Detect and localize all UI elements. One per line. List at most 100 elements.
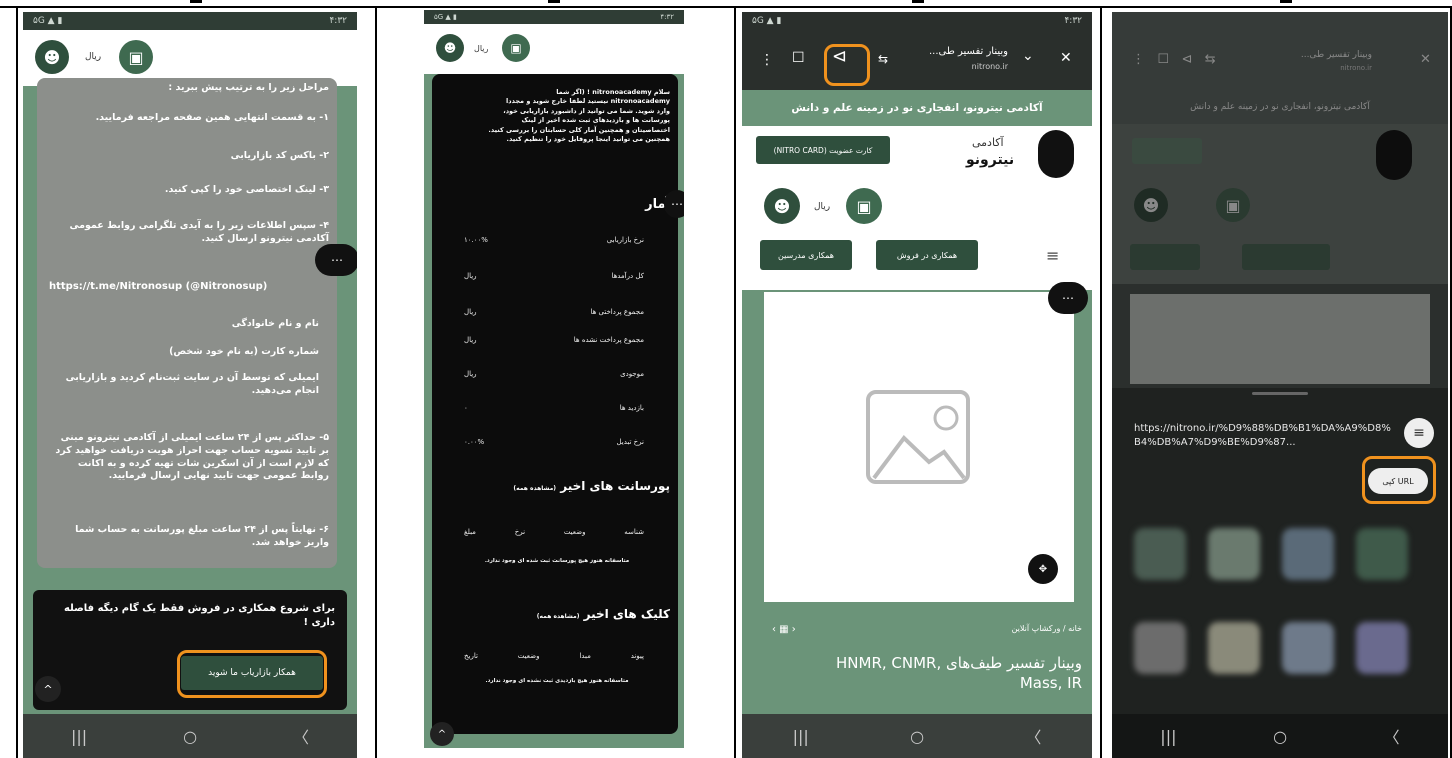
share-url: https://nitrono.ir/%D9%88%DB%B1%DA%A9%D8… — [1134, 423, 1391, 448]
share-target[interactable] — [1282, 622, 1334, 674]
share-target[interactable] — [1208, 528, 1260, 580]
telegram-link[interactable]: https://t.me/Nitronosup (@Nitronosup) — [49, 280, 339, 294]
cart-total: ریال — [814, 202, 831, 212]
stat-value: ریال — [464, 336, 477, 344]
chevron-down-icon[interactable]: ⌄ — [1022, 48, 1034, 64]
stat-label: بازدید ها — [619, 404, 644, 412]
stat-label: نرخ بازاریابی — [606, 236, 644, 244]
home-icon[interactable]: ○ — [910, 727, 924, 746]
top-tick — [1280, 0, 1292, 3]
top-tick — [190, 0, 202, 3]
stat-value: ریال — [464, 370, 477, 378]
share-target[interactable] — [1208, 622, 1260, 674]
share-target[interactable] — [1134, 528, 1186, 580]
screenshot-share-sheet: ⋮ ☐ ⊲ ⇆ وبینار تفسیر طی... nitrono.ir ✕ … — [1112, 12, 1448, 758]
android-nav-bar: ||| ○ 〈 — [1112, 714, 1448, 758]
more-options-icon[interactable]: ⋯ — [664, 190, 684, 218]
scroll-top-icon[interactable]: ^ — [430, 722, 454, 746]
welcome-line: همچنین می توانید اینجا پروفایل خود را تن… — [506, 135, 670, 144]
step-1: ۱- به قسمت انتهایی همین صفحه مراجعه فرما… — [95, 112, 329, 123]
more-options-icon[interactable]: ⋯ — [1048, 282, 1088, 314]
bullet-card: شماره کارت (به نام خود شخص) — [169, 346, 319, 357]
home-icon[interactable]: ○ — [1273, 727, 1287, 746]
screenshot-product-page: ۵G ▲ ▮ ۴:۳۲ ⋮ ☐ ⊲ ⇆ وبینار تفسیر طی... ni… — [742, 12, 1092, 758]
share-target[interactable] — [1356, 622, 1408, 674]
more-options-icon[interactable]: ⋯ — [315, 244, 357, 276]
close-icon: ✕ — [1420, 52, 1431, 67]
home-icon[interactable]: ○ — [183, 727, 197, 746]
welcome-line: وارد شوید. شما می توانید از داشبورد بازا… — [503, 106, 670, 115]
share-target[interactable] — [1282, 528, 1334, 580]
welcome-line: پورسانت ها و بازدیدهای ثبت شده اخیر از ل… — [521, 116, 670, 125]
cart-icon[interactable]: ▣ — [846, 188, 882, 224]
bookmark-icon[interactable]: ☐ — [792, 50, 805, 66]
view-all-link[interactable]: (مشاهده همه) — [537, 613, 580, 620]
top-rule — [0, 6, 1452, 8]
share-target[interactable] — [1134, 622, 1186, 674]
stat-value: ریال — [464, 308, 477, 316]
column-divider — [16, 8, 18, 758]
membership-card-button[interactable]: کارت عضویت (NITRO CARD) — [756, 136, 890, 164]
status-bar: ۵G ▲ ▮ ۴:۳۲ — [742, 12, 1092, 30]
stat-label: موجودی — [620, 370, 644, 378]
welcome-line: nitronoacademy نیستید لطفا خارج شوید و م… — [506, 97, 670, 106]
column-header: وضعیت — [517, 652, 540, 660]
user-account-icon[interactable]: ☻ — [764, 188, 800, 224]
page-title: وبینار تفسیر طی... — [928, 46, 1008, 57]
page-domain: nitrono.ir — [971, 62, 1008, 71]
breadcrumb[interactable]: خانه / ورکشاپ آنلاین — [912, 624, 1082, 633]
logo-title: نیترونو — [966, 152, 1015, 168]
scroll-top-icon[interactable]: ^ — [35, 676, 61, 702]
cart-icon[interactable]: ▣ — [119, 40, 153, 74]
table-header: شناسه وضعیت نرخ مبلغ — [464, 528, 644, 542]
cta-text: برای شروع همکاری در فروش فقط یک گام دیگه… — [63, 603, 335, 628]
user-account-icon[interactable]: ☻ — [35, 40, 69, 74]
stat-label: مجموع پرداخت نشده ها — [573, 336, 644, 344]
back-icon[interactable]: 〈 — [1025, 724, 1041, 748]
recent-apps-icon[interactable]: ||| — [71, 727, 87, 746]
recent-apps-icon[interactable]: ||| — [1160, 727, 1176, 746]
zoom-icon[interactable]: ✥ — [1028, 554, 1058, 584]
sales-collab-button[interactable]: همکاری در فروش — [876, 240, 978, 270]
menu-dots-icon[interactable]: ⋮ — [760, 52, 774, 68]
stat-row: مجموع پرداخت نشده ها ریال — [464, 336, 644, 350]
share-target[interactable] — [1356, 528, 1408, 580]
close-icon[interactable]: ✕ — [1060, 50, 1072, 66]
step-5: ۵- حداکثر پس از ۲۴ ساعت ایمیلی از آکادمی… — [55, 432, 329, 482]
dimmed-image — [1130, 294, 1430, 384]
stat-row: مجموع پرداختی ها ریال — [464, 308, 644, 322]
steps-intro: مراحل زیر را به ترتیب پیش ببرید : — [168, 82, 329, 93]
tabs-icon[interactable]: ⇆ — [878, 52, 888, 66]
view-all-link[interactable]: (مشاهده همه) — [513, 485, 556, 492]
product-title: وبینار تفسیر طیف‌های HNMR, CNMR, Mass, I… — [836, 654, 1082, 692]
cart-icon: ▣ — [1216, 188, 1250, 222]
welcome-line: اختصاصیتان و همچنین آمار کلی حسابتان را … — [488, 125, 670, 134]
back-icon[interactable]: 〈 — [293, 724, 309, 748]
cart-icon[interactable]: ▣ — [502, 34, 530, 62]
stat-label: نرخ تبدیل — [616, 438, 644, 446]
drag-handle[interactable] — [1252, 392, 1308, 395]
list-icon[interactable]: ≡ — [1404, 418, 1434, 448]
hamburger-icon[interactable]: ≡ — [1046, 246, 1059, 265]
user-account-icon[interactable]: ☻ — [436, 34, 464, 62]
stat-value: ریال — [464, 272, 477, 280]
status-icons: ۵G ▲ ▮ — [752, 16, 782, 26]
step-6: ۶- نهایتاً پس از ۲۴ ساعت مبلغ پورسانت به… — [75, 524, 329, 548]
menu-dots-icon: ⋮ ☐ ⊲ ⇆ — [1132, 52, 1216, 67]
table-header: پیوند مبدا وضعیت تاریخ — [464, 652, 644, 666]
top-tick — [912, 0, 924, 3]
column-header: تاریخ — [464, 652, 478, 660]
stat-row: نرخ بازاریابی ۱۰.۰۰% — [464, 236, 644, 250]
logo-icon — [1376, 130, 1412, 180]
user-account-icon: ☻ — [1134, 188, 1168, 222]
column-divider — [1100, 8, 1102, 758]
status-time: ۴:۳۲ — [329, 16, 347, 26]
step-3: ۳- لینک اختصاصی خود را کپی کنید. — [164, 184, 329, 195]
recent-apps-icon[interactable]: ||| — [793, 727, 809, 746]
cart-total: ریال — [474, 44, 489, 53]
back-icon[interactable]: 〈 — [1384, 724, 1400, 748]
dimmed-button — [1132, 138, 1202, 164]
step-4: ۴- سپس اطلاعات زیر را به آیدی تلگرامی رو… — [69, 220, 329, 244]
teacher-collab-button[interactable]: همکاری مدرسین — [760, 240, 852, 270]
gallery-nav-icon[interactable]: ‹ ▦ › — [772, 624, 796, 635]
